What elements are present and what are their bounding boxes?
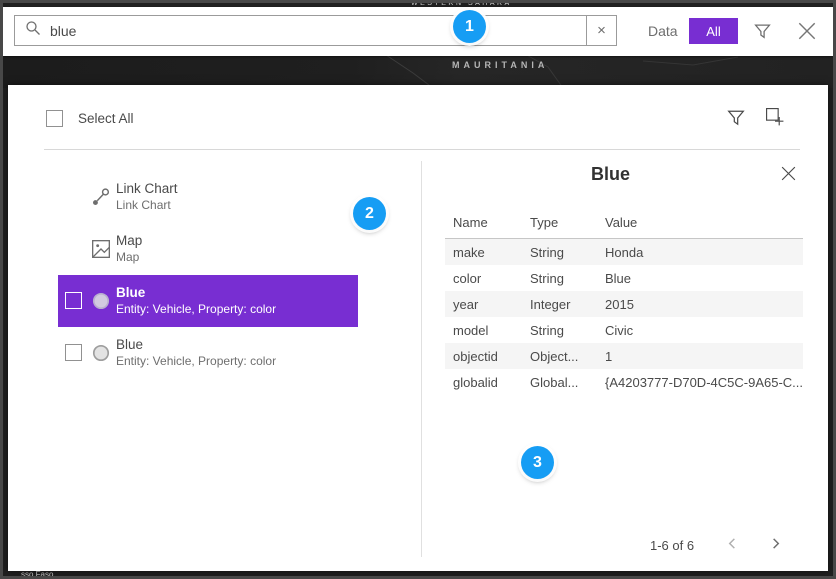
clear-search-button[interactable]: × — [586, 15, 617, 46]
chevron-right-icon — [769, 538, 782, 553]
annotation-badge-1: 1 — [453, 10, 486, 43]
link-chart-icon — [91, 187, 111, 207]
entity-circle-icon — [91, 343, 111, 363]
list-item-subtitle: Entity: Vehicle, Property: color — [116, 353, 276, 369]
table-row: model String Civic — [445, 317, 803, 343]
cell-type: Global... — [522, 375, 597, 390]
cell-type: Object... — [522, 349, 597, 364]
table-row: objectid Object... 1 — [445, 343, 803, 369]
search-toolbar: × Data All — [3, 7, 833, 56]
cell-type: String — [522, 271, 597, 286]
close-icon — [780, 170, 797, 185]
results-list: Link Chart Link Chart Map Map — [58, 171, 358, 379]
map-icon — [91, 239, 111, 259]
cell-type: Integer — [522, 297, 597, 312]
frame-plus-icon — [765, 115, 785, 130]
all-filter-button[interactable]: All — [689, 18, 738, 44]
panel-divider — [421, 161, 422, 557]
table-header: Name Type Value — [445, 207, 803, 239]
cell-type: String — [522, 323, 597, 338]
map-label-bottom: sso Faso — [21, 571, 53, 579]
result-item-blue[interactable]: Blue Entity: Vehicle, Property: color — [58, 327, 358, 379]
attribute-table: Name Type Value make String Honda color … — [445, 207, 803, 395]
filter-button[interactable] — [754, 23, 771, 43]
add-to-selection-button[interactable] — [765, 107, 785, 130]
select-all-label: Select All — [78, 111, 134, 126]
list-item-title: Map — [116, 232, 142, 249]
list-item-title: Blue — [116, 336, 276, 353]
annotation-badge-3: 3 — [521, 446, 554, 479]
next-page-button[interactable] — [767, 535, 784, 555]
search-input[interactable] — [50, 23, 576, 39]
list-item-subtitle: Link Chart — [116, 197, 178, 213]
cell-name: make — [445, 245, 522, 260]
filter-icon — [727, 115, 745, 130]
result-item-map[interactable]: Map Map — [58, 223, 358, 275]
result-item-link-chart[interactable]: Link Chart Link Chart — [58, 171, 358, 223]
search-icon — [25, 20, 41, 41]
map-label-mauritania: MAURITANIA — [452, 60, 548, 70]
results-filter-button[interactable] — [727, 109, 745, 130]
result-item-blue-selected[interactable]: Blue Entity: Vehicle, Property: color — [58, 275, 358, 327]
cell-name: color — [445, 271, 522, 286]
map-top-sliver: WESTERN SAHARA — [3, 3, 833, 7]
cell-name: objectid — [445, 349, 522, 364]
entity-circle-icon — [91, 291, 111, 311]
column-header-name: Name — [445, 215, 522, 230]
table-row: color String Blue — [445, 265, 803, 291]
cell-name: model — [445, 323, 522, 338]
select-all-checkbox[interactable] — [46, 110, 63, 127]
select-all-row: Select All — [46, 110, 134, 127]
results-panel: Select All Link Chart Link Chart — [8, 85, 828, 571]
cell-value: 2015 — [597, 297, 803, 312]
detail-title: Blue — [438, 164, 783, 185]
list-item-subtitle: Map — [116, 249, 142, 265]
cell-value: Civic — [597, 323, 803, 338]
map-outline — [3, 53, 833, 88]
list-item-title: Blue — [116, 284, 276, 301]
item-checkbox[interactable] — [65, 344, 82, 361]
screen: WESTERN SAHARA × Data All M — [0, 0, 836, 579]
annotation-badge-2: 2 — [353, 197, 386, 230]
prev-page-button[interactable] — [724, 535, 741, 555]
item-checkbox[interactable] — [65, 292, 82, 309]
cell-value: 1 — [597, 349, 803, 364]
cell-value: Blue — [597, 271, 803, 286]
chevron-left-icon — [726, 538, 739, 553]
cell-name: globalid — [445, 375, 522, 390]
cell-type: String — [522, 245, 597, 260]
clear-icon: × — [597, 22, 606, 39]
map-label-top: WESTERN SAHARA — [411, 3, 512, 7]
search-field[interactable] — [14, 15, 587, 46]
pagination-label: 1-6 of 6 — [650, 538, 694, 553]
pagination: 1-6 of 6 — [650, 535, 784, 555]
filter-icon — [754, 28, 771, 43]
column-header-value: Value — [597, 215, 803, 230]
header-divider — [44, 149, 800, 150]
close-search-button[interactable] — [796, 20, 818, 45]
list-item-subtitle: Entity: Vehicle, Property: color — [116, 301, 276, 317]
table-row: year Integer 2015 — [445, 291, 803, 317]
cell-value: Honda — [597, 245, 803, 260]
list-item-title: Link Chart — [116, 180, 178, 197]
cell-value: {A4203777-D70D-4C5C-9A65-C... — [597, 375, 803, 390]
close-icon — [796, 30, 818, 45]
table-row: make String Honda — [445, 239, 803, 265]
data-label: Data — [648, 23, 678, 39]
table-row: globalid Global... {A4203777-D70D-4C5C-9… — [445, 369, 803, 395]
cell-name: year — [445, 297, 522, 312]
column-header-type: Type — [522, 215, 597, 230]
detail-close-button[interactable] — [778, 165, 798, 185]
